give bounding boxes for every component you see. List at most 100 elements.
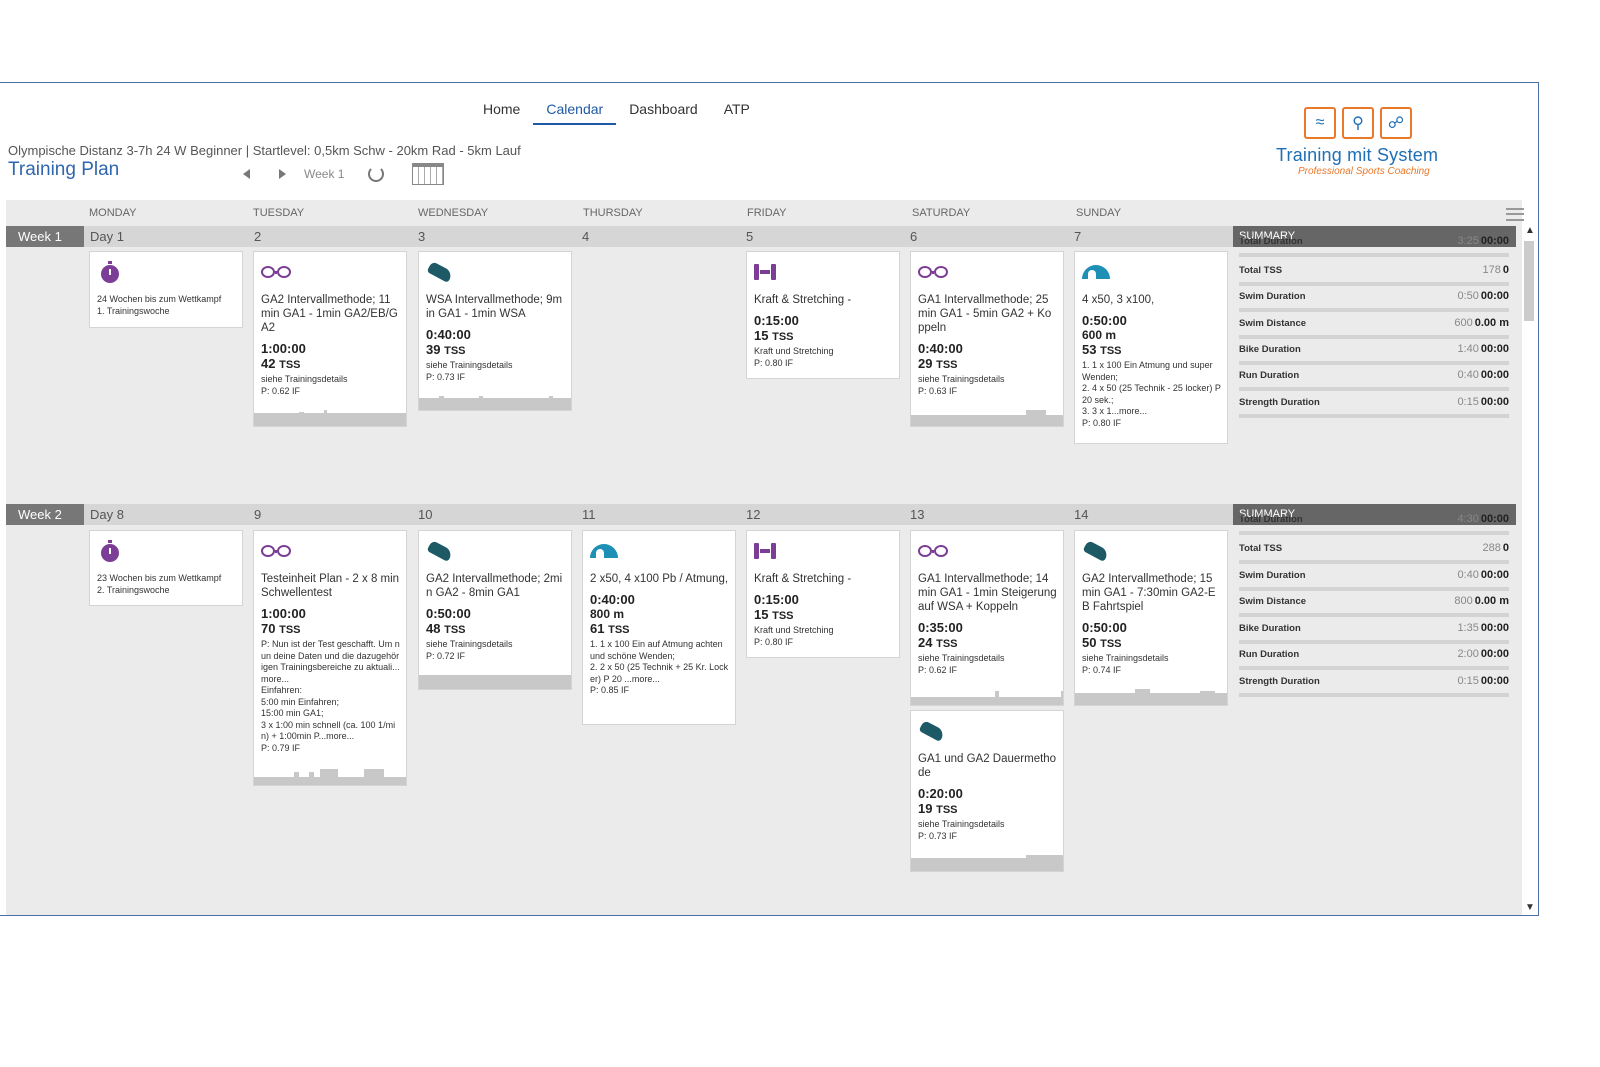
summary-value: 0:40 00:00 bbox=[1457, 569, 1509, 581]
workout-if: P: 0.73 IF bbox=[918, 830, 958, 841]
nav-dashboard[interactable]: Dashboard bbox=[616, 101, 711, 123]
calendar-picker-icon[interactable] bbox=[412, 163, 445, 185]
workout-card[interactable]: GA2 Intervallmethode; 2min GA2 - 8min GA… bbox=[418, 530, 572, 690]
workout-duration: 0:15:00 bbox=[754, 313, 799, 328]
summary-value: 288 0 bbox=[1483, 542, 1509, 554]
summary-row: Strength Duration 0:15 00:00 bbox=[1239, 396, 1509, 418]
distance-unit: m bbox=[1105, 328, 1117, 342]
workout-card[interactable]: 23 Wochen bis zum Wettkampf 2. Trainings… bbox=[89, 530, 243, 606]
summary-row: Run Duration 0:40 00:00 bbox=[1239, 369, 1509, 391]
plan-subtitle: Olympische Distanz 3-7h 24 W Beginner | … bbox=[8, 143, 521, 158]
summary-value: 178 0 bbox=[1483, 264, 1509, 276]
nav-calendar[interactable]: Calendar bbox=[533, 101, 617, 125]
summary-value: 0:15 00:00 bbox=[1457, 675, 1509, 687]
summary-key: Total TSS bbox=[1239, 543, 1283, 554]
summary-value: 1:40 00:00 bbox=[1457, 343, 1509, 355]
summary-key: Total TSS bbox=[1239, 265, 1283, 276]
summary-actual: 0.00 m bbox=[1474, 317, 1509, 329]
workout-duration: 0:35:00 bbox=[918, 620, 963, 635]
workout-card[interactable]: GA1 Intervallmethode; 14 min GA1 - 1min … bbox=[910, 530, 1064, 706]
workout-tss: 42 bbox=[261, 356, 276, 371]
nav-atp[interactable]: ATP bbox=[711, 101, 763, 123]
workout-card[interactable]: 2 x50, 4 x100 Pb / Atmung, 0:40:00 800 m… bbox=[582, 530, 736, 725]
summary-key: Swim Duration bbox=[1239, 291, 1306, 302]
strength-icon bbox=[754, 539, 893, 563]
workout-note: P: Nun ist der Test geschafft. Um nun de… bbox=[261, 639, 400, 741]
workout-card[interactable]: GA1 Intervallmethode; 25 min GA1 - 5min … bbox=[910, 251, 1064, 427]
bike-icon bbox=[261, 260, 400, 284]
day-header-sunday: SUNDAY bbox=[1076, 207, 1122, 219]
workout-tss: 15 bbox=[754, 607, 769, 622]
summary-key: Bike Duration bbox=[1239, 623, 1301, 634]
summary-row: Run Duration 2:00 00:00 bbox=[1239, 648, 1509, 670]
scroll-up-icon[interactable]: ▲ bbox=[1525, 225, 1535, 236]
workout-card[interactable]: Kraft & Stretching - 0:15:00 15 TSS Kraf… bbox=[746, 530, 900, 658]
summary-actual: 00:00 bbox=[1480, 569, 1509, 581]
swim-logo-icon: ≈ bbox=[1304, 107, 1336, 139]
summary-value: 0:40 00:00 bbox=[1457, 369, 1509, 381]
intensity-graph bbox=[1075, 689, 1227, 705]
intensity-graph bbox=[254, 769, 406, 785]
bike-icon bbox=[261, 539, 400, 563]
prev-week-button[interactable] bbox=[228, 164, 264, 184]
summary-progress-bar bbox=[1239, 282, 1509, 286]
swim-icon bbox=[590, 544, 618, 558]
chevron-left-icon bbox=[242, 169, 250, 179]
workout-duration: 0:40:00 bbox=[918, 341, 963, 356]
summary-key: Strength Duration bbox=[1239, 676, 1320, 687]
workout-title: GA2 Intervallmethode; 2min GA2 - 8min GA… bbox=[426, 573, 563, 599]
summary-row: Total Duration 3:25 00:00 bbox=[1239, 235, 1509, 257]
summary-planned: 800 bbox=[1454, 595, 1473, 607]
refresh-icon bbox=[368, 166, 385, 182]
workout-card[interactable]: 24 Wochen bis zum Wettkampf 1. Trainings… bbox=[89, 251, 243, 328]
workout-duration: 0:40:00 bbox=[590, 592, 635, 607]
day-number: Day 1 bbox=[90, 229, 124, 244]
workout-tss: 50 bbox=[1082, 635, 1097, 650]
summary-planned: 2:00 bbox=[1457, 648, 1479, 660]
summary-progress-bar bbox=[1239, 414, 1509, 418]
week-label[interactable]: Week 2 bbox=[6, 504, 84, 525]
next-week-button[interactable] bbox=[264, 164, 300, 184]
menu-icon[interactable] bbox=[1506, 208, 1524, 221]
intensity-graph bbox=[911, 691, 1063, 705]
workout-title: Kraft & Stretching - bbox=[754, 294, 852, 306]
refresh-button[interactable] bbox=[358, 164, 394, 184]
stopwatch-icon bbox=[101, 261, 119, 283]
tss-unit: TSS bbox=[444, 345, 466, 357]
summary-planned: 0:40 bbox=[1457, 369, 1479, 381]
workout-card[interactable]: Kraft & Stretching - 0:15:00 15 TSS Kraf… bbox=[746, 251, 900, 379]
summary-value: 2:00 00:00 bbox=[1457, 648, 1509, 660]
workout-card[interactable]: Testeinheit Plan - 2 x 8 min Schwellente… bbox=[253, 530, 407, 786]
summary-value: 800 0.00 m bbox=[1454, 595, 1509, 607]
day-number: 7 bbox=[1074, 229, 1082, 244]
summary-actual: 00:00 bbox=[1480, 343, 1509, 355]
workout-tss: 53 bbox=[1082, 342, 1097, 357]
week-bar: Week 1 Day 1 2 3 4 5 6 7 bbox=[6, 226, 1233, 247]
summary-row: Bike Duration 1:40 00:00 bbox=[1239, 343, 1509, 365]
nav-home[interactable]: Home bbox=[470, 101, 533, 123]
summary-actual: 00:00 bbox=[1480, 290, 1509, 302]
workout-card[interactable]: WSA Intervallmethode; 9m in GA1 - 1min W… bbox=[418, 251, 572, 411]
workout-card[interactable]: 4 x50, 3 x100, 0:50:00 600 m 53 TSS 1. 1… bbox=[1074, 251, 1228, 444]
day-number: 4 bbox=[582, 229, 590, 244]
workout-card[interactable]: GA1 und GA2 Dauermethode 0:20:00 19 TSS … bbox=[910, 710, 1064, 872]
summary-progress-bar bbox=[1239, 560, 1509, 564]
scroll-thumb[interactable] bbox=[1524, 241, 1534, 321]
day-number: 13 bbox=[910, 507, 925, 522]
vertical-scrollbar[interactable]: ▲ ▼ bbox=[1522, 225, 1536, 913]
workout-note: 1. 1 x 100 Ein Atmung und super Wenden; … bbox=[1082, 360, 1221, 416]
day-number: 9 bbox=[254, 507, 262, 522]
workout-note: siehe Trainingsdetails bbox=[1082, 653, 1169, 663]
workout-title: Kraft & Stretching - bbox=[754, 573, 852, 585]
intensity-graph bbox=[419, 396, 571, 410]
workout-card[interactable]: GA2 Intervallmethode; 11 min GA1 - 1min … bbox=[253, 251, 407, 427]
summary-planned: 178 bbox=[1482, 264, 1501, 276]
scroll-down-icon[interactable]: ▼ bbox=[1525, 902, 1535, 913]
day-number: 11 bbox=[582, 507, 596, 522]
workout-card[interactable]: GA2 Intervallmethode; 15 min GA1 - 7:30m… bbox=[1074, 530, 1228, 706]
summary-progress-bar bbox=[1239, 253, 1509, 257]
week-label[interactable]: Week 1 bbox=[6, 226, 84, 247]
summary-value: 3:25 00:00 bbox=[1457, 235, 1509, 247]
tss-unit: TSS bbox=[279, 624, 301, 636]
workout-tss: 15 bbox=[754, 328, 769, 343]
